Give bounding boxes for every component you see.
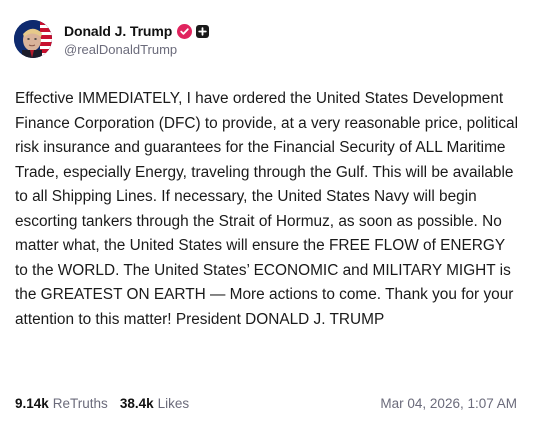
post-footer: 9.14k ReTruths 38.4k Likes Mar 04, 2026,… (15, 396, 517, 411)
name-row: Donald J. Trump (64, 21, 210, 41)
likes-count: 38.4k (119, 396, 154, 411)
avatar-portrait-icon (14, 20, 52, 58)
post-header: Donald J. Trump @realDonaldTrump (14, 20, 210, 58)
plus-badge-icon (196, 24, 210, 38)
retruths-label: ReTruths (52, 396, 108, 411)
retruths-stat[interactable]: 9.14k ReTruths (15, 396, 108, 411)
post-timestamp[interactable]: Mar 04, 2026, 1:07 AM (380, 396, 517, 411)
post-card: Donald J. Trump @realDonaldTrump Effecti… (0, 0, 533, 422)
likes-label: Likes (157, 396, 190, 411)
display-name[interactable]: Donald J. Trump (64, 23, 172, 39)
post-body-text: Effective IMMEDIATELY, I have ordered th… (15, 90, 518, 328)
likes-stat[interactable]: 38.4k Likes (120, 396, 189, 411)
author-handle[interactable]: @realDonaldTrump (64, 42, 209, 57)
verified-check-icon (177, 23, 193, 39)
author-identity: Donald J. Trump @realDonaldTrump (64, 21, 210, 57)
retruths-count: 9.14k (15, 396, 49, 411)
avatar[interactable] (14, 20, 52, 58)
